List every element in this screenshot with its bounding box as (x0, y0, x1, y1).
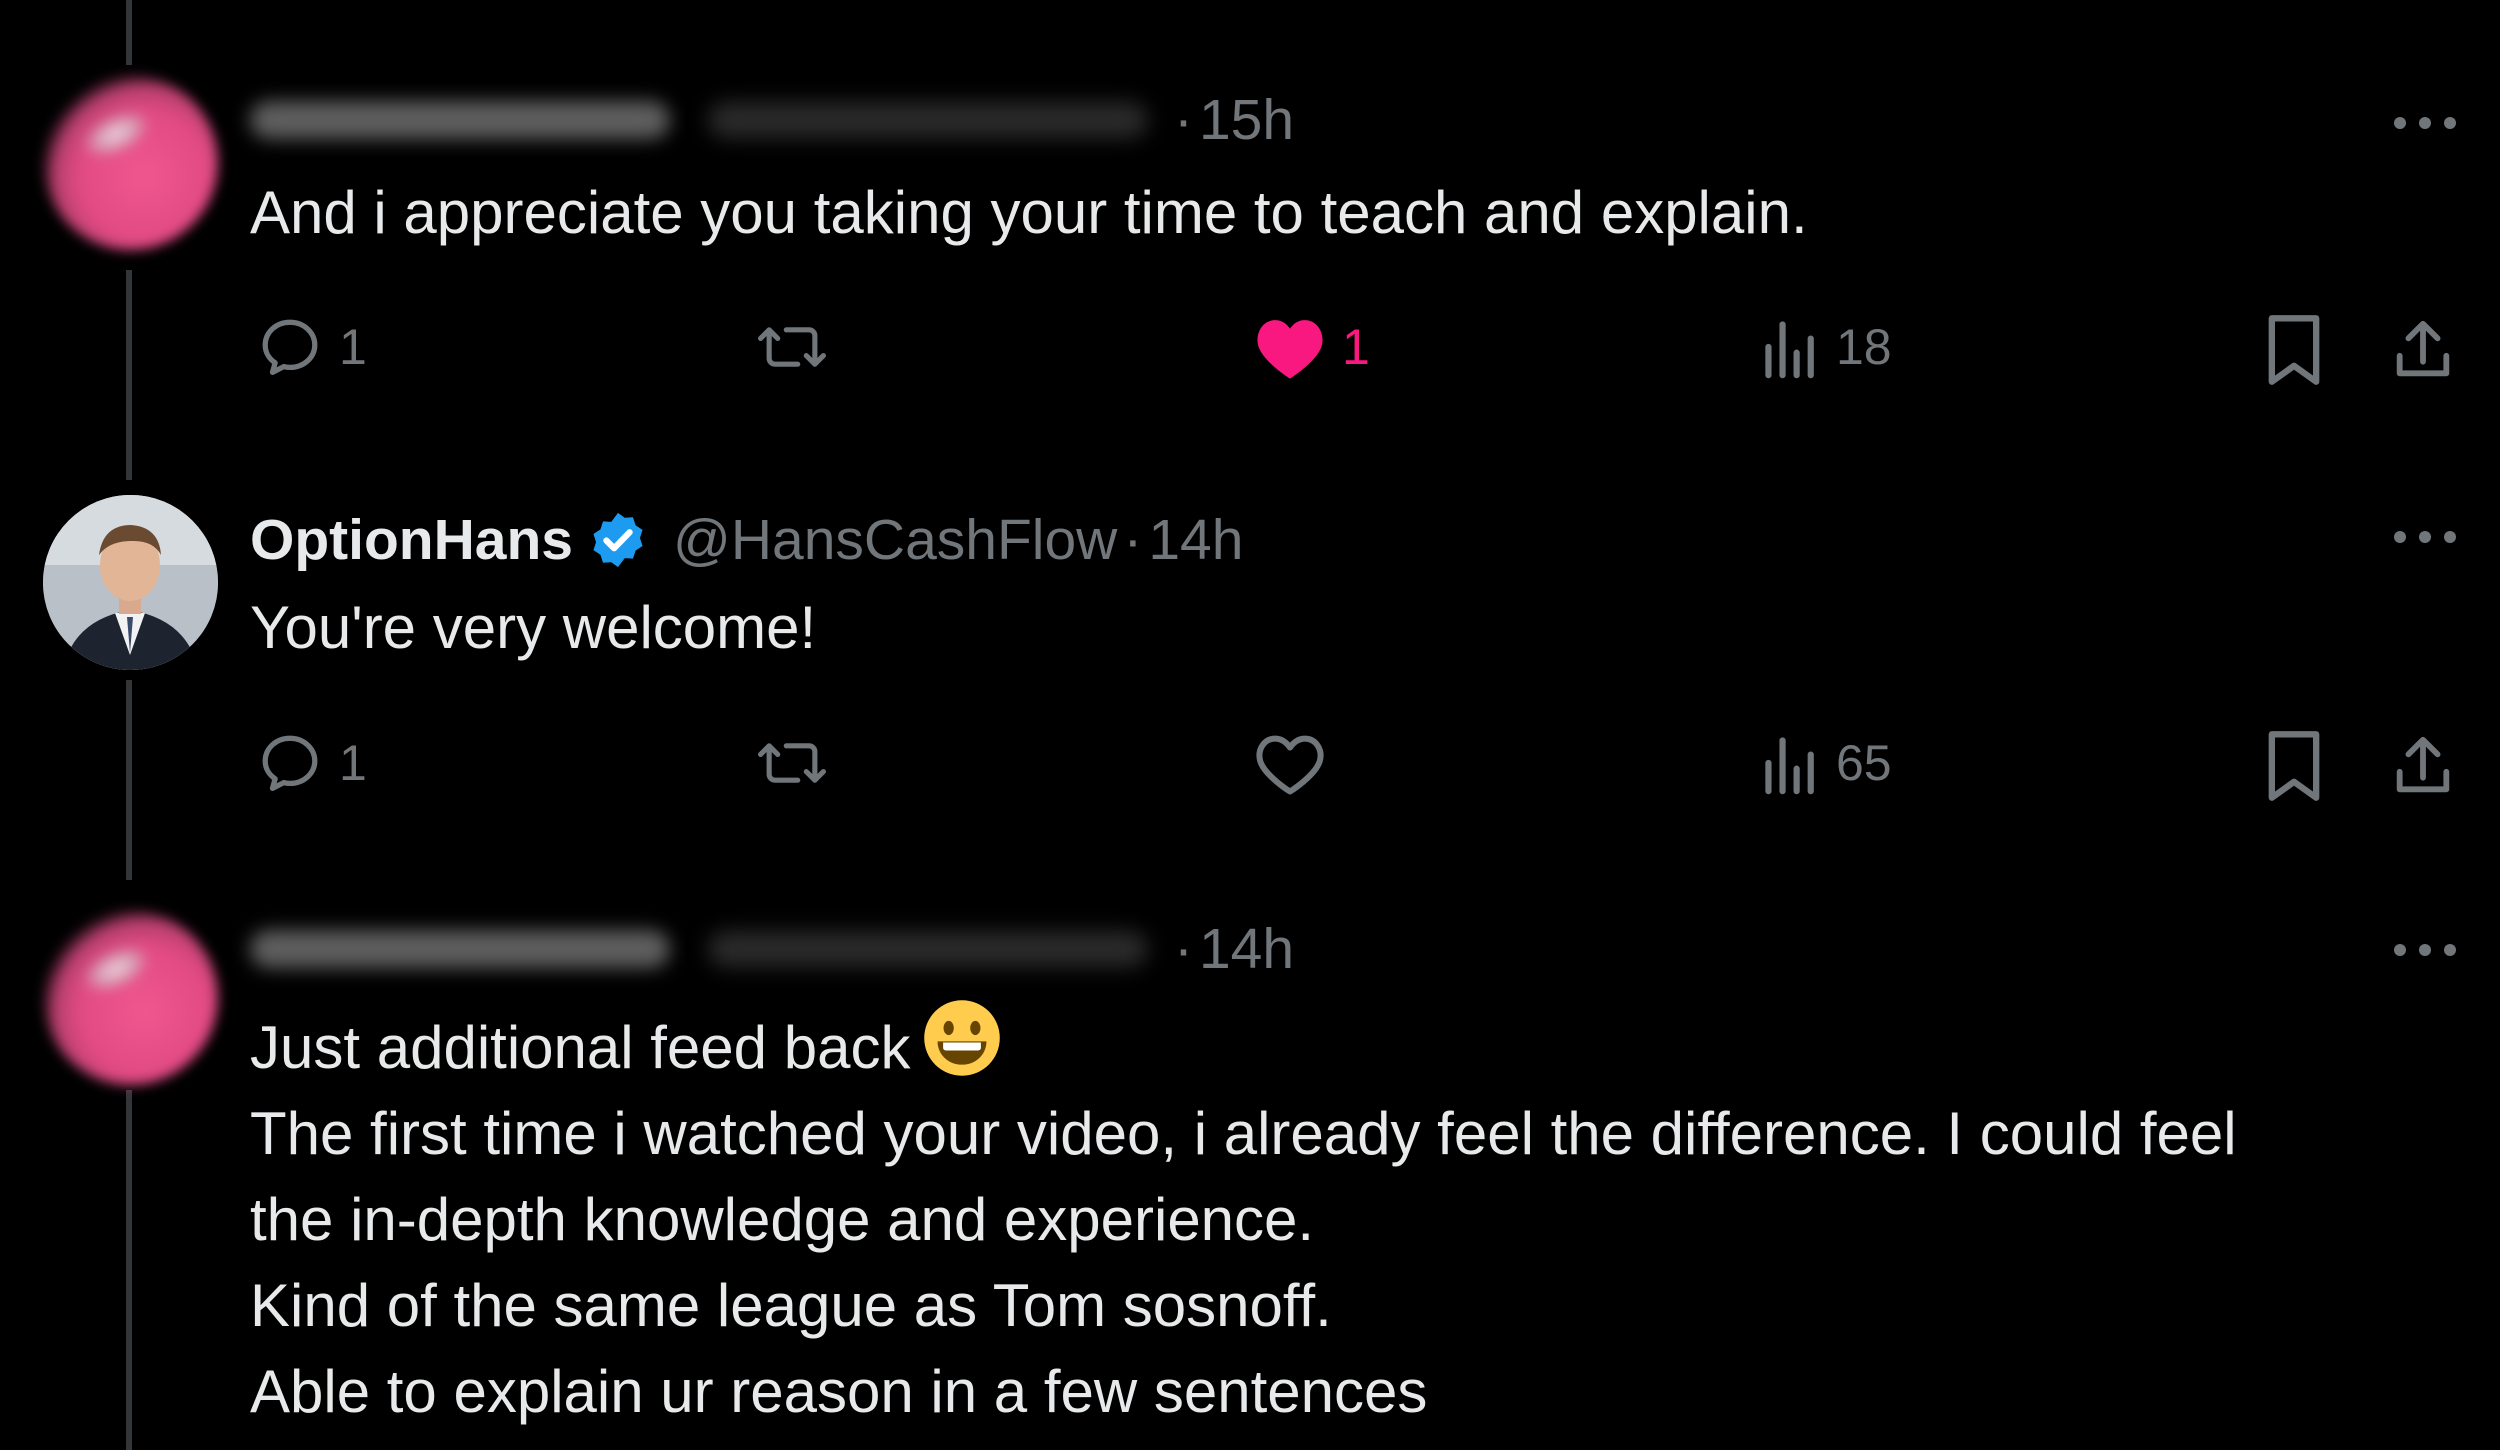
tweet-text-line: The first time i watched your video, i a… (250, 1100, 2237, 1167)
bookmark-icon (2268, 731, 2320, 801)
views-icon (1765, 737, 1814, 795)
like-count: 1 (1342, 319, 1370, 375)
avatar[interactable] (43, 910, 218, 1085)
share-button[interactable] (2388, 312, 2458, 388)
bookmark-button[interactable] (2262, 728, 2326, 804)
author-handle-redacted[interactable] (708, 931, 1148, 967)
tweet-header: · 14h (250, 914, 1294, 984)
author-name-redacted[interactable] (250, 930, 670, 968)
tweet-text-line: Just additional feed back (250, 998, 2237, 1091)
action-bar: 1 1 18 (0, 312, 2500, 392)
timestamp[interactable]: 14h (1199, 916, 1294, 982)
timestamp[interactable]: 14h (1148, 507, 1243, 573)
grinning-face-emoji-icon (924, 1000, 1001, 1076)
tweet-text: And i appreciate you taking your time to… (250, 170, 1808, 256)
tweet-text-line: And i appreciate you taking your time to… (250, 179, 1808, 246)
author-handle-redacted[interactable] (708, 102, 1148, 138)
share-icon (2396, 736, 2450, 793)
retweet-button[interactable] (752, 312, 832, 382)
retweet-icon (758, 327, 826, 367)
more-icon[interactable] (2390, 522, 2460, 552)
retweet-button[interactable] (752, 728, 832, 798)
reply-button[interactable]: 1 (255, 312, 367, 382)
bookmark-icon (2268, 315, 2320, 385)
tweet-2[interactable]: OptionHans @HansCashFlow · 14h You're ve… (0, 480, 2500, 880)
verified-icon (593, 512, 643, 568)
author-name[interactable]: OptionHans (250, 507, 573, 573)
tweet-1[interactable]: · 15h And i appreciate you taking your t… (0, 0, 2500, 470)
reply-button[interactable]: 1 (255, 728, 367, 798)
timestamp[interactable]: 15h (1199, 87, 1294, 153)
tweet-header: OptionHans @HansCashFlow · 14h (250, 505, 1243, 575)
views-button[interactable]: 18 (1760, 312, 1892, 382)
action-bar: 1 65 (0, 728, 2500, 808)
views-button[interactable]: 65 (1760, 728, 1892, 798)
avatar[interactable] (43, 495, 218, 670)
reply-icon (262, 319, 318, 375)
separator: · (1123, 508, 1143, 572)
separator: · (1174, 88, 1193, 152)
more-icon[interactable] (2390, 935, 2460, 965)
more-icon[interactable] (2390, 108, 2460, 138)
tweet-text: Just additional feed back The first time… (250, 998, 2237, 1435)
share-icon (2396, 320, 2450, 377)
views-icon (1765, 321, 1814, 379)
avatar[interactable] (43, 75, 218, 250)
share-button[interactable] (2388, 728, 2458, 804)
tweet-text-line: the in-depth knowledge and experience. (250, 1186, 1315, 1253)
avatar-photo (43, 495, 218, 670)
author-handle[interactable]: @HansCashFlow (673, 507, 1117, 573)
reply-icon (262, 735, 318, 791)
tweet-text-line: Kind of the same league as Tom sosnoff. (250, 1272, 1332, 1339)
reply-count: 1 (339, 735, 367, 791)
retweet-icon (758, 743, 826, 783)
tweet-text-line: Able to explain ur reason in a few sente… (250, 1358, 1428, 1425)
like-icon (1256, 735, 1324, 795)
bookmark-button[interactable] (2262, 312, 2326, 388)
tweet-text: You're very welcome! (250, 585, 816, 671)
like-icon (1257, 320, 1323, 379)
like-button[interactable] (1252, 728, 1328, 798)
view-count: 65 (1836, 735, 1892, 791)
tweet-text-line-content: Just additional feed back (250, 1014, 911, 1081)
author-name-redacted[interactable] (250, 101, 670, 139)
tweet-header: · 15h (250, 85, 1294, 155)
tweet-text-line: You're very welcome! (250, 594, 817, 661)
view-count: 18 (1836, 319, 1892, 375)
tweet-3[interactable]: · 14h Just additional feed back The firs… (0, 890, 2500, 1450)
separator: · (1174, 917, 1193, 981)
reply-count: 1 (339, 319, 367, 375)
like-button[interactable]: 1 (1252, 312, 1370, 382)
